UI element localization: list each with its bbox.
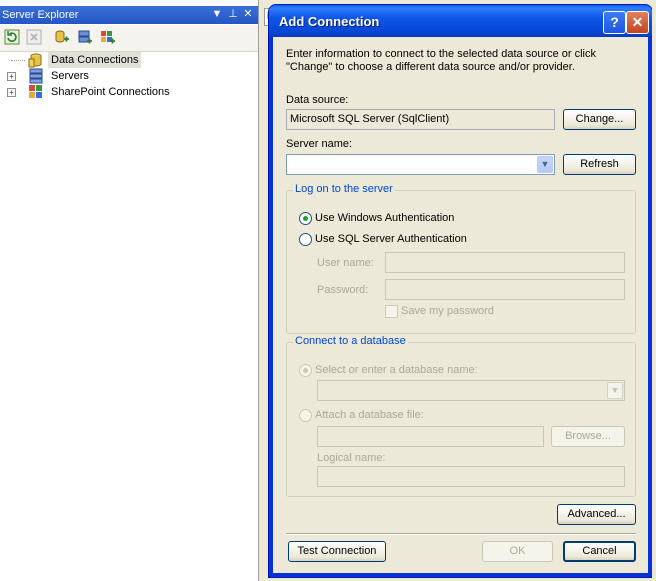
password-input xyxy=(385,279,625,300)
database-file-input xyxy=(317,426,544,447)
add-connection-dialog: Add Connection ? ✕ Enter information to … xyxy=(269,5,652,577)
tree-item-data-connections[interactable]: Data Connections xyxy=(0,52,258,68)
logon-groupbox: Log on to the server Use Windows Authent… xyxy=(286,183,636,334)
tree-item-label: Servers xyxy=(51,70,89,82)
expand-icon[interactable]: + xyxy=(7,72,16,81)
save-password-label: Save my password xyxy=(401,305,494,317)
sharepoint-icon xyxy=(28,84,44,100)
intro-text-line1: Enter information to connect to the sele… xyxy=(286,48,596,60)
servers-icon xyxy=(28,68,44,84)
dialog-title-bar[interactable]: Add Connection ? ✕ xyxy=(269,5,652,37)
windows-auth-label[interactable]: Use Windows Authentication xyxy=(315,212,454,224)
auto-hide-pin-icon[interactable]: ⊥ xyxy=(226,7,240,22)
server-name-combobox[interactable]: ▼ xyxy=(286,154,555,175)
test-connection-button[interactable]: Test Connection xyxy=(288,541,386,562)
advanced-button[interactable]: Advanced... xyxy=(557,504,636,525)
server-name-label: Server name: xyxy=(286,138,353,150)
user-name-input xyxy=(385,252,625,273)
change-button[interactable]: Change... xyxy=(563,109,636,130)
data-connections-icon xyxy=(28,52,44,68)
tree-item-sharepoint-connections[interactable]: + SharePoint Connections xyxy=(0,84,258,100)
close-button[interactable]: ✕ xyxy=(626,11,649,34)
intro-text-line2: "Change" to choose a different data sour… xyxy=(286,61,575,73)
attach-file-label: Attach a database file: xyxy=(315,409,424,421)
server-explorer-header: Server Explorer ▼ ⊥ ✕ xyxy=(0,6,258,24)
sharepoint-connect-icon[interactable] xyxy=(100,29,118,46)
server-explorer-toolbar xyxy=(0,25,258,52)
windows-auth-radio[interactable] xyxy=(299,212,312,225)
connect-to-server-icon[interactable] xyxy=(77,29,95,46)
user-name-label: User name: xyxy=(317,257,374,269)
background-edge xyxy=(652,0,656,581)
server-explorer-title: Server Explorer xyxy=(2,9,79,21)
logical-name-input xyxy=(317,466,625,487)
database-groupbox: Connect to a database Select or enter a … xyxy=(286,335,636,497)
tree-item-servers[interactable]: + Servers xyxy=(0,68,258,84)
ok-button: OK xyxy=(482,541,553,562)
server-explorer-panel: Server Explorer ▼ ⊥ ✕ Data Connections +… xyxy=(0,0,258,581)
dialog-body: Enter information to connect to the sele… xyxy=(273,37,648,573)
help-button[interactable]: ? xyxy=(603,11,626,34)
browse-button: Browse... xyxy=(551,426,625,447)
window-position-dropdown-icon[interactable]: ▼ xyxy=(210,7,224,22)
separator-line xyxy=(286,533,636,535)
cancel-button[interactable]: Cancel xyxy=(563,541,636,562)
select-database-label: Select or enter a database name: xyxy=(315,364,478,376)
tree-connector-line xyxy=(11,60,25,62)
logical-name-label: Logical name: xyxy=(317,452,386,464)
select-database-radio xyxy=(299,364,312,377)
panel-splitter[interactable] xyxy=(258,0,269,581)
chevron-down-icon[interactable]: ▼ xyxy=(537,156,553,173)
password-label: Password: xyxy=(317,284,369,296)
refresh-icon[interactable] xyxy=(4,29,22,46)
stop-icon[interactable] xyxy=(26,29,44,46)
data-source-field: Microsoft SQL Server (SqlClient) xyxy=(286,109,555,130)
close-panel-icon[interactable]: ✕ xyxy=(241,7,255,22)
attach-file-radio xyxy=(299,409,312,422)
save-password-checkbox xyxy=(385,305,398,318)
data-source-label: Data source: xyxy=(286,94,349,106)
database-name-combobox: ▼ xyxy=(317,380,625,401)
connect-to-database-icon[interactable] xyxy=(54,29,72,46)
tree-item-label: SharePoint Connections xyxy=(51,86,170,98)
chevron-down-icon: ▼ xyxy=(607,382,623,399)
expand-icon[interactable]: + xyxy=(7,88,16,97)
tree-item-label: Data Connections xyxy=(48,52,142,68)
logon-group-title: Log on to the server xyxy=(293,183,395,195)
sql-auth-radio[interactable] xyxy=(299,233,312,246)
sql-auth-label[interactable]: Use SQL Server Authentication xyxy=(315,233,467,245)
refresh-button[interactable]: Refresh xyxy=(563,154,636,175)
database-group-title: Connect to a database xyxy=(293,335,408,347)
dialog-title: Add Connection xyxy=(279,14,380,29)
